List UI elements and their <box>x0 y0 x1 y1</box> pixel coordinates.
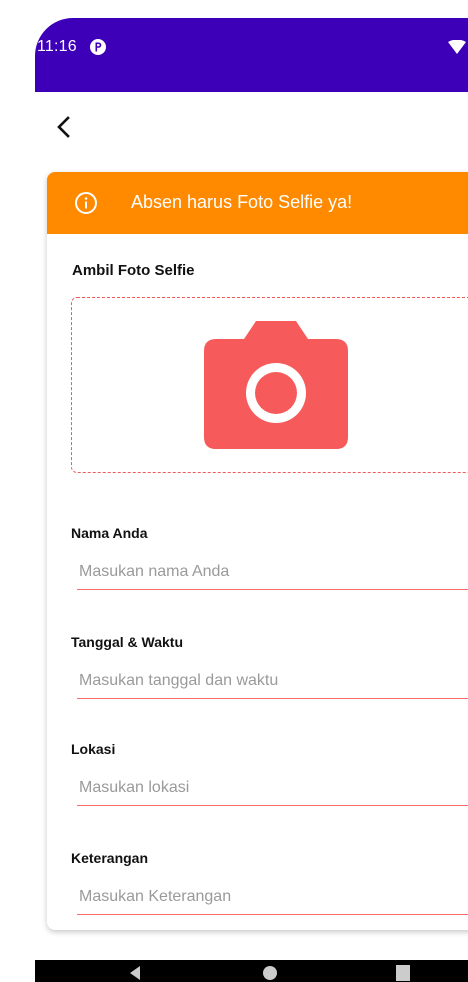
banner-text: Absen harus Foto Selfie ya! <box>131 192 353 212</box>
datetime-input[interactable] <box>77 663 468 699</box>
name-input[interactable] <box>77 554 468 590</box>
back-button[interactable] <box>49 112 77 142</box>
photo-section-title: Ambil Foto Selfie <box>72 262 195 279</box>
attendance-form-card: Absen harus Foto Selfie ya! Ambil Foto S… <box>47 172 468 930</box>
name-label: Nama Anda <box>71 525 148 541</box>
nav-back-icon[interactable] <box>128 964 142 982</box>
take-selfie-area[interactable] <box>71 297 468 473</box>
camera-icon <box>204 321 348 449</box>
datetime-label: Tanggal & Waktu <box>71 634 183 650</box>
wifi-icon <box>448 39 466 54</box>
p-circle-icon <box>89 38 107 56</box>
notes-label: Keterangan <box>71 850 149 866</box>
status-bar: 11:16 <box>35 18 468 92</box>
info-icon <box>74 191 98 215</box>
chevron-left-icon <box>57 116 70 138</box>
nav-home-icon[interactable] <box>261 964 279 982</box>
location-label: Lokasi <box>71 741 116 757</box>
notes-input[interactable] <box>77 879 468 915</box>
navigation-bar <box>35 960 468 982</box>
app-screen: 11:16 Absen harus Foto Selfie ya! Ambil … <box>35 18 468 982</box>
selfie-notice-banner: Absen harus Foto Selfie ya! <box>47 172 468 234</box>
location-input[interactable] <box>77 770 468 806</box>
status-time: 11:16 <box>37 38 77 55</box>
nav-recents-icon[interactable] <box>395 964 411 982</box>
